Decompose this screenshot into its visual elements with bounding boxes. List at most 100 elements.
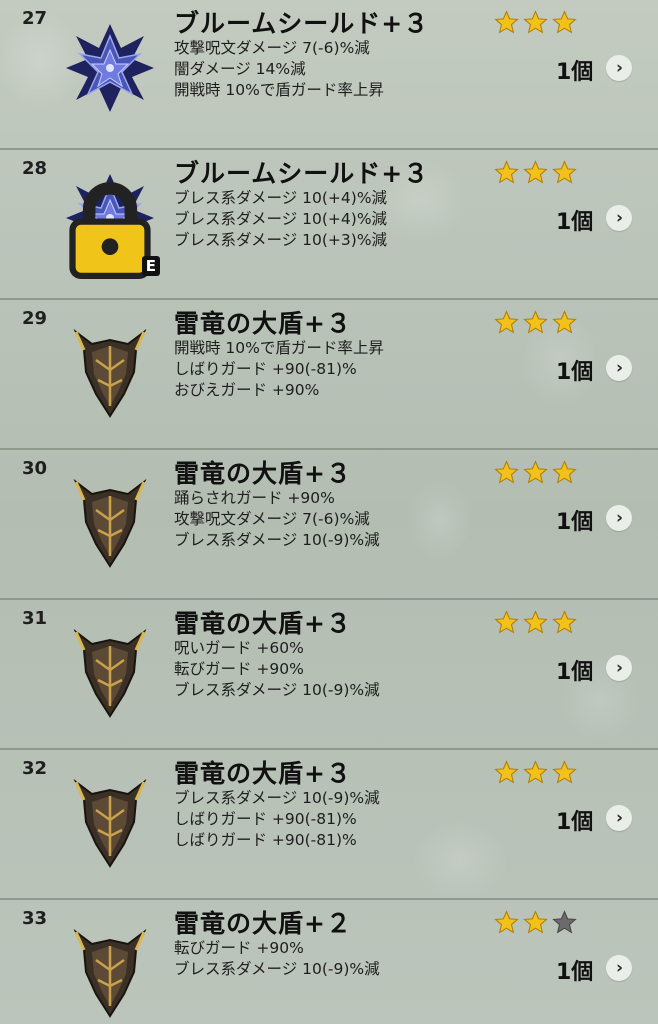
chevron-right-icon: ›	[615, 57, 623, 78]
item-quantity: 1個	[556, 810, 594, 835]
item-name: 雷竜の大盾+３	[174, 609, 352, 638]
item-quantity: 1個	[556, 510, 594, 535]
star-filled-icon	[523, 760, 548, 784]
item-quantity: 1個	[556, 210, 594, 235]
star-filled-icon	[523, 10, 548, 34]
list-item[interactable]: 30 雷竜の大盾+３ 踊らされガード +90% 攻撃呪文ダメージ 7(-6)%減…	[0, 450, 658, 600]
item-number: 29	[22, 308, 48, 329]
star-rating	[494, 760, 577, 785]
star-rating	[494, 160, 577, 185]
star-filled-icon	[523, 610, 548, 634]
effect-list: 開戦時 10%で盾ガード率上昇 しばりガード +90(-81)% おびえガード …	[174, 338, 384, 401]
star-filled-icon	[494, 160, 519, 184]
chevron-right-icon: ›	[615, 957, 623, 978]
effect-line: 開戦時 10%で盾ガード率上昇	[174, 81, 384, 99]
list-item[interactable]: 32 雷竜の大盾+３ ブレス系ダメージ 10(-9)%減 しばりガード +90(…	[0, 750, 658, 900]
effect-line: ブレス系ダメージ 10(-9)%減	[174, 960, 380, 978]
star-filled-icon	[552, 160, 577, 184]
detail-chevron-button[interactable]: ›	[606, 505, 632, 531]
effect-list: 踊らされガード +90% 攻撃呪文ダメージ 7(-6)%減 ブレス系ダメージ 1…	[174, 488, 380, 551]
list-item[interactable]: 29 雷竜の大盾+３ 開戦時 10%で盾ガード率上昇 しばりガード +90(-8…	[0, 300, 658, 450]
star-filled-icon	[494, 310, 519, 334]
chevron-right-icon: ›	[615, 207, 623, 228]
thunder-dragon-shield-icon	[62, 770, 158, 870]
detail-chevron-button[interactable]: ›	[606, 55, 632, 81]
star-filled-icon	[494, 910, 519, 934]
effect-line: しばりガード +90(-81)%	[174, 810, 357, 828]
item-number: 30	[22, 458, 48, 479]
thunder-dragon-shield-icon	[62, 320, 158, 420]
star-rating	[494, 10, 577, 35]
chevron-right-icon: ›	[615, 507, 623, 528]
effect-line: ブレス系ダメージ 10(-9)%減	[174, 789, 380, 807]
star-filled-icon	[494, 610, 519, 634]
effect-line: ブレス系ダメージ 10(+3)%減	[174, 231, 388, 249]
effect-line: 開戦時 10%で盾ガード率上昇	[174, 339, 384, 357]
star-filled-icon	[552, 760, 577, 784]
list-item[interactable]: 28 E ブルームシールド+３ ブレス系ダメージ 10(+4)%減 ブレス系ダメ…	[0, 150, 658, 300]
detail-chevron-button[interactable]: ›	[606, 805, 632, 831]
effect-line: 闇ダメージ 14%減	[174, 60, 306, 78]
equipped-badge: E	[141, 256, 160, 276]
effect-list: ブレス系ダメージ 10(-9)%減 しばりガード +90(-81)% しばりガー…	[174, 788, 380, 851]
item-number: 28	[22, 158, 48, 179]
effect-line: 転びガード +90%	[174, 939, 304, 957]
item-quantity: 1個	[556, 60, 594, 85]
item-number: 31	[22, 608, 48, 629]
star-rating	[494, 910, 577, 935]
effect-line: 踊らされガード +90%	[174, 489, 335, 507]
star-rating	[494, 610, 577, 635]
effect-list: 攻撃呪文ダメージ 7(-6)%減 闇ダメージ 14%減 開戦時 10%で盾ガード…	[174, 38, 384, 101]
star-filled-icon	[523, 160, 548, 184]
effect-list: 転びガード +90% ブレス系ダメージ 10(-9)%減	[174, 938, 380, 980]
item-number: 33	[22, 908, 48, 929]
star-empty-icon	[552, 910, 577, 934]
effect-line: 攻撃呪文ダメージ 7(-6)%減	[174, 39, 370, 57]
thunder-dragon-shield-icon	[62, 620, 158, 720]
list-item[interactable]: 33 雷竜の大盾+２ 転びガード +90% ブレス系ダメージ 10(-9)%減 …	[0, 900, 658, 1024]
detail-chevron-button[interactable]: ›	[606, 955, 632, 981]
star-filled-icon	[494, 10, 519, 34]
chevron-right-icon: ›	[615, 357, 623, 378]
star-filled-icon	[552, 610, 577, 634]
star-filled-icon	[494, 760, 519, 784]
item-number: 27	[22, 8, 48, 29]
effect-list: ブレス系ダメージ 10(+4)%減 ブレス系ダメージ 10(+4)%減 ブレス系…	[174, 188, 387, 251]
item-name: 雷竜の大盾+３	[174, 759, 352, 788]
list-item[interactable]: 31 雷竜の大盾+３ 呪いガード +60% 転びガード +90% ブレス系ダメー…	[0, 600, 658, 750]
item-name: 雷竜の大盾+３	[174, 459, 352, 488]
star-filled-icon	[523, 310, 548, 334]
bloom-shield-icon	[62, 20, 158, 120]
effect-list: 呪いガード +60% 転びガード +90% ブレス系ダメージ 10(-9)%減	[174, 638, 380, 701]
thunder-dragon-shield-icon	[62, 470, 158, 570]
item-name: 雷竜の大盾+３	[174, 309, 352, 338]
star-rating	[494, 310, 577, 335]
star-filled-icon	[552, 460, 577, 484]
item-quantity: 1個	[556, 660, 594, 685]
detail-chevron-button[interactable]: ›	[606, 355, 632, 381]
item-name: ブルームシールド+３	[174, 9, 430, 38]
effect-line: おびえガード +90%	[174, 381, 320, 399]
chevron-right-icon: ›	[615, 657, 623, 678]
thunder-dragon-shield-icon	[62, 920, 158, 1020]
star-filled-icon	[523, 910, 548, 934]
effect-line: しばりガード +90(-81)%	[174, 831, 357, 849]
star-filled-icon	[523, 460, 548, 484]
item-name: ブルームシールド+３	[174, 159, 430, 188]
effect-line: ブレス系ダメージ 10(+4)%減	[174, 189, 388, 207]
star-filled-icon	[552, 310, 577, 334]
effect-line: ブレス系ダメージ 10(-9)%減	[174, 681, 380, 699]
effect-line: しばりガード +90(-81)%	[174, 360, 357, 378]
detail-chevron-button[interactable]: ›	[606, 655, 632, 681]
item-list: 27 ブルームシールド+３ 攻撃呪文ダメージ 7(-6)%減 闇ダメージ 14%…	[0, 0, 658, 1024]
star-rating	[494, 460, 577, 485]
bloom-shield-icon: E	[62, 170, 160, 279]
detail-chevron-button[interactable]: ›	[606, 205, 632, 231]
list-item[interactable]: 27 ブルームシールド+３ 攻撃呪文ダメージ 7(-6)%減 闇ダメージ 14%…	[0, 0, 658, 150]
item-quantity: 1個	[556, 960, 594, 985]
item-number: 32	[22, 758, 48, 779]
star-filled-icon	[494, 460, 519, 484]
item-name: 雷竜の大盾+２	[174, 909, 352, 938]
chevron-right-icon: ›	[615, 807, 623, 828]
item-quantity: 1個	[556, 360, 594, 385]
